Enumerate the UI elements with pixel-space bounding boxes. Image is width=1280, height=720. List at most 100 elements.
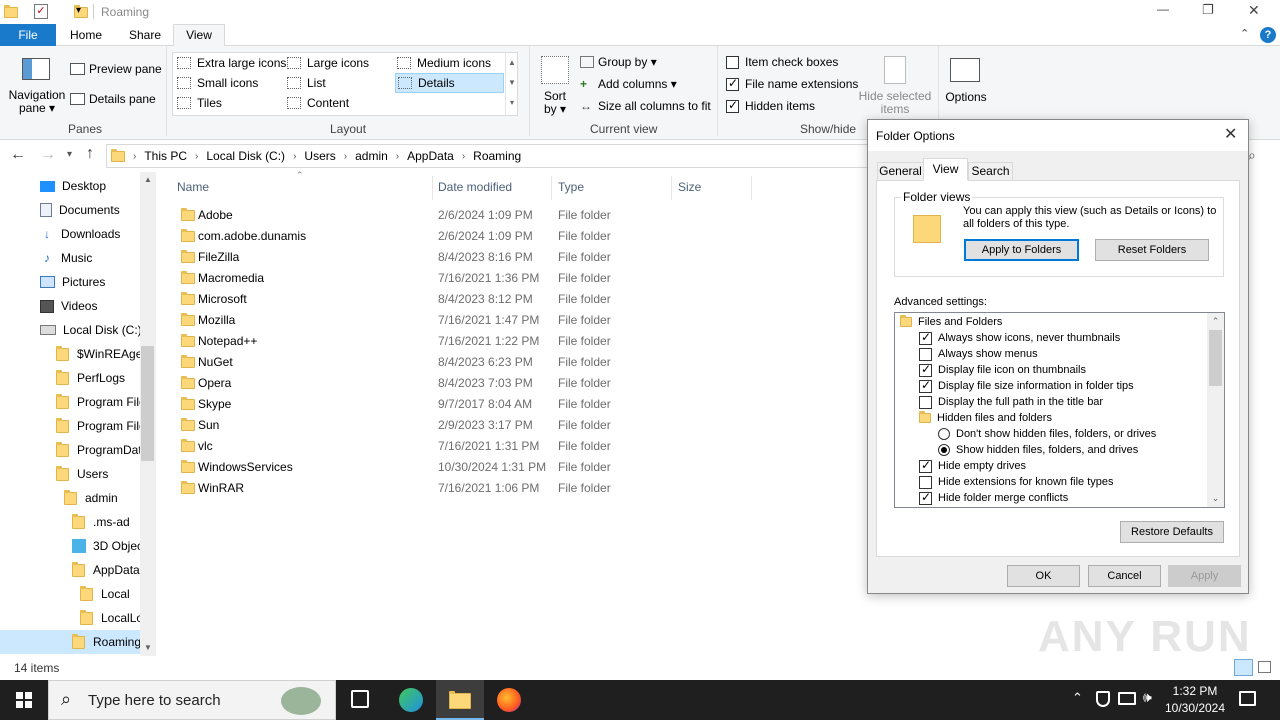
details-pane-button[interactable]: Details pane <box>70 92 156 106</box>
tab-file[interactable]: File <box>0 24 56 46</box>
file-extensions-checkbox[interactable] <box>726 76 739 91</box>
nav-scroll-thumb[interactable] <box>141 346 154 461</box>
nav-scrollbar[interactable]: ▲ ▼ <box>140 172 156 656</box>
layout-tiles[interactable]: Tiles <box>177 96 222 110</box>
nav-item[interactable]: Desktop <box>40 174 140 198</box>
column-header-date[interactable]: Date modified <box>438 180 512 194</box>
firefox-icon[interactable] <box>497 688 521 712</box>
network-icon[interactable] <box>1118 692 1136 705</box>
sort-by-button[interactable]: Sort by ▾ <box>536 90 574 116</box>
notifications-icon[interactable] <box>1239 691 1256 706</box>
advanced-setting-item[interactable]: Hide folder merge conflicts <box>919 490 1068 506</box>
tab-view[interactable]: View <box>173 24 225 47</box>
restore-defaults-button[interactable]: Restore Defaults <box>1120 521 1224 543</box>
table-row[interactable]: Adobe 2/6/2024 1:09 PM File folder <box>160 205 780 226</box>
nav-item[interactable]: Program Files <box>56 390 140 414</box>
ok-button[interactable]: OK <box>1007 565 1080 587</box>
layout-extra-large-icons[interactable]: Extra large icons <box>177 56 286 70</box>
dialog-tab-view[interactable]: View <box>923 158 968 181</box>
hidden-items-toggle[interactable]: Hidden items <box>726 98 815 113</box>
advanced-setting-item[interactable]: Display the full path in the title bar <box>919 394 1103 410</box>
options-button[interactable]: Options <box>944 90 988 104</box>
apply-to-folders-button[interactable]: Apply to Folders <box>964 239 1079 261</box>
advanced-setting-item[interactable]: Hide extensions for known file types <box>919 474 1113 490</box>
dialog-tab-general[interactable]: General <box>877 162 924 180</box>
security-icon[interactable] <box>1096 691 1110 707</box>
setting-checkbox[interactable] <box>919 347 932 361</box>
qat-dropdown-icon[interactable]: ▾ <box>76 5 81 16</box>
nav-scroll-down[interactable]: ▼ <box>140 640 156 656</box>
options-icon[interactable] <box>950 58 980 82</box>
help-icon[interactable]: ? <box>1260 27 1276 43</box>
nav-item[interactable]: Program Files <box>56 414 140 438</box>
clock[interactable]: 1:32 PM 10/30/2024 <box>1160 683 1230 717</box>
settings-scrollbar[interactable]: ⌃ ⌄ <box>1207 313 1224 507</box>
nav-item[interactable]: 3D Objects <box>72 534 140 558</box>
nav-item[interactable]: LocalLow <box>80 606 140 630</box>
nav-item[interactable]: Videos <box>40 294 140 318</box>
navigation-pane-button[interactable]: Navigation pane ▾ <box>6 89 68 115</box>
taskbar-search-input[interactable]: Type here to search <box>88 692 221 709</box>
search-icon[interactable]: ⌕ <box>1248 147 1256 164</box>
setting-checkbox[interactable] <box>919 362 932 377</box>
breadcrumb-users[interactable]: Users <box>304 149 335 163</box>
ribbon-collapse-icon[interactable]: ⌃ <box>1240 27 1249 40</box>
gallery-scroll[interactable]: ▲ ▼ ▾ <box>505 53 518 115</box>
table-row[interactable]: Microsoft 8/4/2023 8:12 PM File folder <box>160 289 780 310</box>
layout-medium-icons[interactable]: Medium icons <box>397 56 491 70</box>
breadcrumb-this-pc[interactable]: This PC <box>144 149 187 163</box>
settings-scroll-down[interactable]: ⌄ <box>1207 490 1224 507</box>
close-button[interactable]: ✕ <box>1248 2 1260 19</box>
tab-share[interactable]: Share <box>129 28 161 42</box>
table-row[interactable]: NuGet 8/4/2023 6:23 PM File folder <box>160 352 780 373</box>
breadcrumb-local-disk[interactable]: Local Disk (C:) <box>206 149 285 163</box>
file-explorer-taskbar-button[interactable] <box>436 680 484 720</box>
size-columns-button[interactable]: ↔ Size all columns to fit <box>580 99 711 113</box>
table-row[interactable]: Opera 8/4/2023 7:03 PM File folder <box>160 373 780 394</box>
up-icon[interactable]: ↑ <box>86 145 94 163</box>
maximize-button[interactable]: ❐ <box>1202 2 1214 18</box>
hidden-items-checkbox[interactable] <box>726 98 739 113</box>
advanced-setting-item[interactable]: Always show icons, never thumbnails <box>919 330 1120 346</box>
table-row[interactable]: Mozilla 7/16/2021 1:47 PM File folder <box>160 310 780 331</box>
recent-locations-icon[interactable]: ▾ <box>67 149 72 160</box>
nav-item[interactable]: $WinREAgent <box>56 342 140 366</box>
nav-item[interactable]: admin <box>64 486 140 510</box>
advanced-setting-item[interactable]: Don't show hidden files, folders, or dri… <box>938 426 1156 442</box>
nav-item[interactable]: Local Disk (C:) <box>40 318 140 342</box>
nav-item[interactable]: Local <box>80 582 140 606</box>
dialog-close-button[interactable]: ✕ <box>1224 124 1237 144</box>
item-checkboxes-toggle[interactable]: Item check boxes <box>726 55 838 69</box>
navigation-pane-icon[interactable] <box>22 58 50 80</box>
apply-button[interactable]: Apply <box>1168 565 1241 587</box>
edge-icon[interactable] <box>399 688 423 712</box>
advanced-setting-item[interactable]: Display file icon on thumbnails <box>919 362 1086 378</box>
nav-item[interactable]: ♪ Music <box>40 246 140 270</box>
table-row[interactable]: Sun 2/9/2023 3:17 PM File folder <box>160 415 780 436</box>
layout-content[interactable]: Content <box>287 96 349 110</box>
table-row[interactable]: Notepad++ 7/16/2021 1:22 PM File folder <box>160 331 780 352</box>
layout-small-icons[interactable]: Small icons <box>177 76 258 90</box>
nav-item[interactable]: AppData <box>72 558 140 582</box>
preview-pane-button[interactable]: Preview pane <box>70 62 162 76</box>
nav-item[interactable]: Documents <box>40 198 140 222</box>
task-view-icon[interactable] <box>351 690 369 708</box>
setting-checkbox[interactable] <box>919 475 932 489</box>
show-hidden-icons[interactable]: ⌃ <box>1072 690 1083 706</box>
layout-list[interactable]: List <box>287 76 326 90</box>
reset-folders-button[interactable]: Reset Folders <box>1095 239 1209 261</box>
sort-by-icon[interactable] <box>541 56 569 84</box>
group-by-button[interactable]: Group by ▾ <box>580 55 657 69</box>
table-row[interactable]: vlc 7/16/2021 1:31 PM File folder <box>160 436 780 457</box>
nav-item[interactable]: Pictures <box>40 270 140 294</box>
nav-item[interactable]: .ms-ad <box>72 510 140 534</box>
back-icon[interactable]: ← <box>10 146 26 164</box>
advanced-setting-item[interactable]: Hide empty drives <box>919 458 1026 474</box>
column-header-size[interactable]: Size <box>678 180 701 194</box>
breadcrumb-appdata[interactable]: AppData <box>407 149 454 163</box>
add-columns-button[interactable]: + Add columns ▾ <box>580 77 677 91</box>
start-button[interactable] <box>0 680 48 720</box>
setting-checkbox[interactable] <box>919 458 932 473</box>
table-row[interactable]: FileZilla 8/4/2023 8:16 PM File folder <box>160 247 780 268</box>
settings-scroll-up[interactable]: ⌃ <box>1207 313 1224 330</box>
